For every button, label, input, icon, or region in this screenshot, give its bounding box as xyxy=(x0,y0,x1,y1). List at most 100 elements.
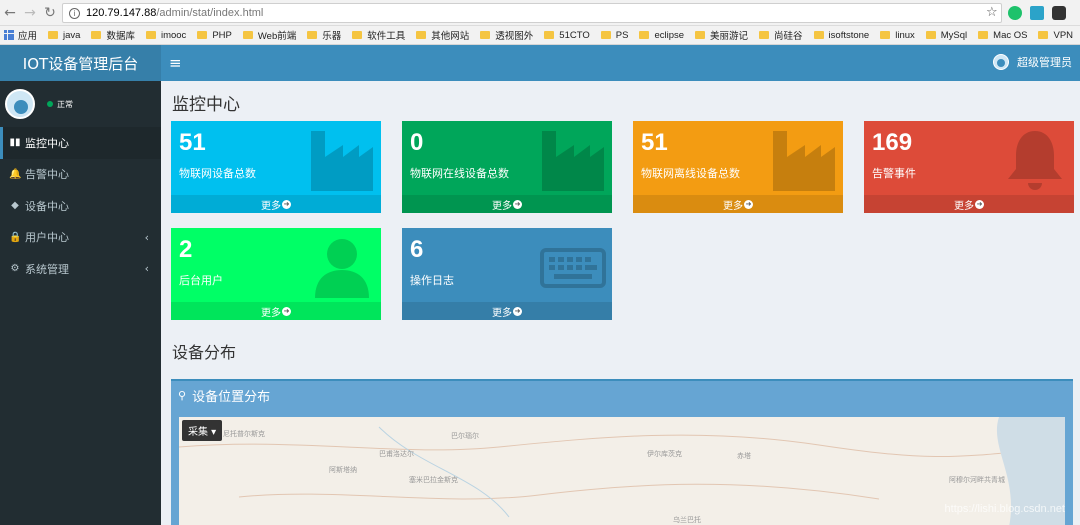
forward-arrow-icon[interactable]: → xyxy=(20,3,40,23)
bookmark-folder[interactable]: java xyxy=(48,30,80,41)
bookmark-folder[interactable]: PS xyxy=(600,29,629,41)
bookmark-folder[interactable]: imooc xyxy=(145,30,186,41)
arrow-circle-right-icon: ➜ xyxy=(975,199,984,209)
map-panel-title: 设备位置分布 xyxy=(192,389,271,405)
folder-icon xyxy=(416,31,427,39)
info-icon[interactable]: i xyxy=(69,7,80,19)
bookmark-label: 数据库 xyxy=(106,31,135,42)
sidebar-item-monitor[interactable]: ▮▮ 监控中心 xyxy=(0,127,161,159)
folder-icon xyxy=(1038,31,1049,39)
bookmark-folder[interactable]: PHP xyxy=(197,30,232,41)
more-link[interactable]: 更多 ➜ xyxy=(633,195,843,213)
folder-icon xyxy=(639,31,650,39)
bookmark-folder[interactable]: MySql xyxy=(925,29,968,41)
bookmark-apps[interactable]: 应用 xyxy=(18,28,37,42)
bookmark-folder[interactable]: 软件工具 xyxy=(352,28,405,42)
bookmark-folder[interactable]: 乐器 xyxy=(307,28,341,42)
stat-value: 6 xyxy=(410,236,424,263)
map-canvas[interactable]: 尼托普尔斯克 巴尔瑙尔 巴甫洛达尔 伊尔库茨克 赤塔 阿斯塔纳 塞米巴拉金斯克 … xyxy=(179,417,1065,525)
bookmark-label: 尚硅谷 xyxy=(774,31,803,42)
bookmark-folder[interactable]: 其他网站 xyxy=(416,28,469,42)
reload-icon[interactable]: ↻ xyxy=(40,3,60,23)
address-host: 120.79.147.88 xyxy=(86,7,157,19)
bookmark-label: eclipse xyxy=(654,29,685,41)
map-place-label: 巴尔瑙尔 xyxy=(451,432,479,440)
folder-icon xyxy=(813,31,824,39)
stat-box-users: 2 后台用户 更多 ➜ xyxy=(171,228,381,320)
bookmark-folder[interactable]: eclipse xyxy=(639,30,684,41)
address-bar[interactable]: i 120.79.147.88/admin/stat/index.html xyxy=(62,3,1002,23)
sidebar-item-device[interactable]: ◆ 设备中心 xyxy=(0,190,161,222)
bookmark-folder[interactable]: 美丽游记 xyxy=(695,28,748,42)
bookmark-label: Mac OS xyxy=(993,29,1028,41)
bookmark-label: 其他网站 xyxy=(431,31,470,42)
stat-value: 51 xyxy=(179,129,206,156)
bookmark-label: 软件工具 xyxy=(367,31,406,42)
bookmark-label: 乐器 xyxy=(322,31,342,42)
map-place-label: 赤塔 xyxy=(737,452,751,460)
back-arrow-icon[interactable]: ← xyxy=(0,3,20,23)
status-text: 正常 xyxy=(57,99,73,109)
bookmark-star-icon[interactable]: ☆ xyxy=(986,5,998,20)
app-logo[interactable]: IOT设备管理后台 xyxy=(0,45,161,81)
bookmark-folder[interactable]: 数据库 xyxy=(91,28,135,42)
map-panel: ⚲ 设备位置分布 尼托普尔斯克 巴尔瑙尔 巴甫洛达尔 伊尔库茨克 赤塔 阿斯塔纳… xyxy=(171,379,1073,525)
online-status: 正常 xyxy=(47,99,73,110)
folder-icon xyxy=(352,31,363,39)
gear-icon: ⚙ xyxy=(10,263,20,275)
folder-icon xyxy=(480,31,491,39)
collect-dropdown-button[interactable]: 采集 ▾ xyxy=(182,420,223,441)
more-label: 更多 xyxy=(492,307,512,319)
folder-icon xyxy=(600,31,611,39)
arrow-circle-right-icon: ➜ xyxy=(513,306,522,316)
bookmark-label: PHP xyxy=(212,29,232,41)
bookmark-folder[interactable]: VPN xyxy=(1038,30,1073,41)
browser-toolbar: ← → ↻ i 120.79.147.88/admin/stat/index.h… xyxy=(0,0,1080,26)
user-menu[interactable]: 超级管理员 xyxy=(993,54,1072,70)
map-panel-header: ⚲ 设备位置分布 xyxy=(171,381,1073,409)
top-navbar: ≡ 超级管理员 xyxy=(161,45,1080,81)
extension-check-icon[interactable] xyxy=(1008,6,1022,20)
sidebar-item-alarm[interactable]: 🔔 告警中心 xyxy=(0,159,161,191)
bookmark-folder[interactable]: linux xyxy=(880,30,915,41)
bookmark-folder[interactable]: 尚硅谷 xyxy=(759,28,803,42)
bookmark-folder[interactable]: Mac OS xyxy=(978,30,1027,41)
address-path: /admin/stat/index.html xyxy=(156,7,264,19)
stat-label: 后台用户 xyxy=(179,274,223,287)
industry-icon xyxy=(542,131,604,191)
sidebar-item-user[interactable]: 🔒 用户中心 ‹ xyxy=(0,222,161,254)
bar-chart-icon: ▮▮ xyxy=(9,137,21,149)
stat-box-logs: 6 操作日志 更多 ➜ xyxy=(402,228,612,320)
bookmark-label: PS xyxy=(615,29,629,41)
folder-icon xyxy=(48,31,59,39)
user-name: 超级管理员 xyxy=(1017,56,1072,69)
more-link[interactable]: 更多 ➜ xyxy=(171,195,381,213)
bookmark-folder[interactable]: isoftstone xyxy=(813,30,869,41)
status-dot-icon xyxy=(47,101,53,107)
sidebar-toggle-icon[interactable]: ≡ xyxy=(169,54,182,72)
folder-icon xyxy=(307,31,318,39)
user-icon xyxy=(315,239,369,298)
sidebar-item-system[interactable]: ⚙ 系统管理 ‹ xyxy=(0,253,161,285)
bookmark-label: 51CTO xyxy=(559,29,590,41)
more-link[interactable]: 更多 ➜ xyxy=(864,195,1074,213)
bookmark-folder[interactable]: Web前端 xyxy=(242,28,296,42)
bookmark-folder[interactable]: 51CTO xyxy=(544,29,590,41)
more-link[interactable]: 更多 ➜ xyxy=(402,302,612,320)
bookmark-label: MySql xyxy=(940,29,968,41)
map-marker-icon: ⚲ xyxy=(178,388,187,402)
bookmark-label: 透视图外 xyxy=(495,31,534,42)
more-link[interactable]: 更多 ➜ xyxy=(402,195,612,213)
bookmark-folder[interactable]: 透视图外 xyxy=(480,28,533,42)
stat-box-devices: 51 物联网设备总数 更多 ➜ xyxy=(171,121,381,213)
more-link[interactable]: 更多 ➜ xyxy=(171,302,381,320)
more-label: 更多 xyxy=(954,200,974,212)
extension-v-icon[interactable] xyxy=(1030,6,1044,20)
more-label: 更多 xyxy=(261,307,281,319)
user-panel: 正常 xyxy=(0,81,161,127)
extension-owl-icon[interactable] xyxy=(1052,6,1066,20)
bookmark-label: java xyxy=(63,29,81,41)
bell-icon xyxy=(1008,131,1062,190)
folder-icon xyxy=(978,31,989,39)
apps-grid-icon[interactable] xyxy=(4,30,14,40)
